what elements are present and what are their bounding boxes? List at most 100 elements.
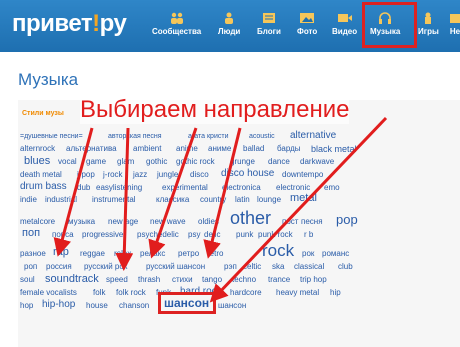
tag-link[interactable]: ambient — [133, 145, 161, 153]
tag-link[interactable]: dub — [77, 184, 90, 192]
tag-link[interactable]: drum bass — [20, 182, 67, 192]
tag-link[interactable]: ballad — [243, 145, 264, 153]
tag-link[interactable]: reggae — [80, 250, 105, 258]
nav-more[interactable]: Не — [448, 12, 460, 36]
tag-link[interactable]: death metal — [20, 171, 62, 179]
tag-link[interactable]: soundtrack — [45, 274, 99, 285]
tag-link[interactable]: hip-hop — [42, 300, 75, 310]
tag-link[interactable]: lounge — [257, 196, 281, 204]
tag-link[interactable]: disco house — [221, 169, 274, 179]
tag-link[interactable]: progressive — [82, 231, 123, 239]
site-logo[interactable]: привет!ру — [12, 10, 127, 38]
tag-link[interactable]: experimental — [162, 184, 208, 192]
tag-link[interactable]: game — [86, 158, 106, 166]
tag-link[interactable]: попса — [52, 231, 74, 239]
tag-link[interactable]: trip hop — [300, 276, 327, 284]
tag-link[interactable]: hop — [20, 302, 33, 310]
tag-link[interactable]: electronic — [276, 184, 310, 192]
tag-link[interactable]: metal — [290, 193, 317, 204]
tag-link[interactable]: рэп — [224, 263, 237, 271]
tag-link[interactable]: techno — [232, 276, 256, 284]
tag-link[interactable]: аниме — [208, 145, 231, 153]
tag-link[interactable]: easylistening — [96, 184, 142, 192]
tag-link[interactable]: рок — [302, 250, 314, 258]
tag-link[interactable]: blues — [24, 156, 50, 167]
tag-link[interactable]: ретро — [178, 250, 199, 258]
tag-link[interactable]: песня — [301, 218, 323, 226]
tag-link[interactable]: gothic — [146, 158, 167, 166]
tag-link[interactable]: latin — [235, 196, 250, 204]
tag-link[interactable]: relax — [114, 250, 131, 258]
tag-link[interactable]: folk — [93, 289, 105, 297]
tag-link[interactable]: downtempo — [282, 171, 323, 179]
tag-link[interactable]: emo — [324, 184, 340, 192]
tag-link[interactable]: gothic rock — [176, 158, 215, 166]
tag-link[interactable]: glam — [117, 158, 134, 166]
tag-link[interactable]: jungle — [157, 171, 178, 179]
tag-link[interactable]: альтернатива — [66, 145, 117, 153]
tag-link[interactable]: trance — [268, 276, 290, 284]
tag-link[interactable]: музыка — [68, 218, 95, 226]
nav-communities[interactable]: Сообщества — [152, 12, 201, 36]
nav-photo[interactable]: Фото — [297, 12, 317, 36]
nav-blogs[interactable]: Блоги — [257, 12, 281, 36]
tag-link[interactable]: авторская песня — [108, 133, 162, 140]
tag-link[interactable]: поп — [22, 228, 40, 239]
tag-link[interactable]: country — [200, 196, 226, 204]
tag-link[interactable]: агата кристи — [188, 133, 228, 140]
tag-link[interactable]: rap — [53, 247, 69, 258]
tag-link[interactable]: tango — [202, 276, 222, 284]
tag-link[interactable]: j-pop — [77, 171, 95, 179]
tag-link[interactable]: instrumental — [92, 196, 136, 204]
tag-link[interactable]: delic — [204, 231, 220, 239]
tag-link[interactable]: alternative — [290, 131, 336, 141]
tag-link[interactable]: jazz — [133, 171, 147, 179]
tag-link[interactable]: female vocalists — [20, 289, 77, 297]
tag-link[interactable]: alternrock — [20, 145, 55, 153]
nav-people[interactable]: Люди — [218, 12, 240, 36]
tag-link[interactable]: grunge — [230, 158, 255, 166]
tag-link[interactable]: club — [338, 263, 353, 271]
nav-video[interactable]: Видео — [332, 12, 357, 36]
tag-link[interactable]: русский рок — [84, 263, 127, 271]
tag-link[interactable]: classical — [294, 263, 324, 271]
tag-link[interactable]: acoustic — [249, 133, 275, 140]
tag-link[interactable]: anime — [176, 145, 198, 153]
tag-link[interactable]: r b — [304, 231, 313, 239]
tag-link[interactable]: vocal — [58, 158, 77, 166]
tag-link[interactable]: other — [230, 209, 271, 227]
tag-link[interactable]: chanson — [119, 302, 149, 310]
tag-link[interactable]: psy — [188, 231, 200, 239]
tag-link[interactable]: heavy metal — [276, 289, 319, 297]
tag-link[interactable]: house — [86, 302, 108, 310]
tag-link[interactable]: indie — [20, 196, 37, 204]
tag-link[interactable]: metalcore — [20, 218, 55, 226]
tag-link[interactable]: electronica — [222, 184, 261, 192]
tag-link[interactable]: барды — [277, 145, 301, 153]
tag-link[interactable]: black metal — [311, 145, 357, 154]
tag-link[interactable]: релакс — [140, 250, 165, 258]
tag-link[interactable]: hardcore — [230, 289, 262, 297]
tag-link[interactable]: россия — [46, 263, 72, 271]
tag-link[interactable]: русский шансон — [146, 263, 205, 271]
tag-link[interactable]: disco — [190, 171, 209, 179]
tag-link[interactable]: new wave — [150, 218, 186, 226]
tag-link[interactable]: darkwave — [300, 158, 334, 166]
tag-link[interactable]: folk rock — [116, 289, 146, 297]
tag-link[interactable]: rock — [262, 242, 294, 259]
tag-link[interactable]: ska — [272, 263, 284, 271]
tag-link[interactable]: dance — [268, 158, 290, 166]
nav-games[interactable]: Игры — [418, 12, 439, 36]
tag-link[interactable]: пост — [282, 218, 298, 226]
tag-link[interactable]: oldies — [198, 218, 219, 226]
tag-link[interactable]: шансон — [218, 302, 246, 310]
tag-link[interactable]: разное — [20, 250, 46, 258]
tag-link[interactable]: soul — [20, 276, 35, 284]
tag-link[interactable]: =душевные песни= — [20, 133, 83, 140]
tag-link[interactable]: retro — [207, 250, 223, 258]
tag-link[interactable]: стихи — [172, 276, 193, 284]
tag-link[interactable]: hip — [330, 289, 341, 297]
tag-link[interactable]: романс — [322, 250, 349, 258]
tag-link[interactable]: industrial — [45, 196, 77, 204]
tag-link[interactable]: роп — [24, 263, 37, 271]
